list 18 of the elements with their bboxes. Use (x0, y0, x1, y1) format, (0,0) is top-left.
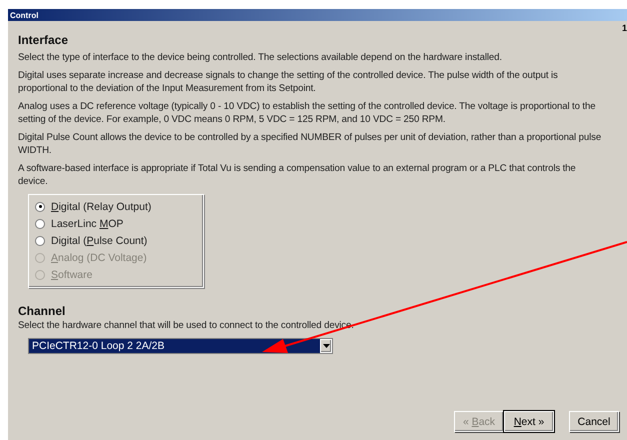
radio-button[interactable] (35, 236, 45, 246)
corner-text: 1 (622, 23, 627, 33)
radio-button[interactable] (35, 218, 45, 228)
section-heading: Channel (18, 304, 66, 318)
dialog-button[interactable]: Cancel (569, 411, 619, 432)
option-label[interactable]: Digital (Relay Output) (51, 200, 152, 212)
description-text: Select the type of interface to the device being controlled. The selections available depend on the hardware installed. (18, 51, 503, 64)
window-title: Control (10, 10, 38, 20)
radio-button[interactable] (35, 202, 45, 212)
option-label[interactable]: Digital (Pulse Count) (51, 234, 148, 246)
section-heading: Interface (18, 33, 70, 47)
description-text: Digital uses separate increase and decrease signals to change the setting of the controlled device. The pulse width of the output is proportional to the deviation of the Input Measurement from its Setpoint. (18, 69, 559, 95)
description-text: Digital Pulse Count allows the device to be controlled by a specified NUMBER of pulses per unit of deviation, rather than a proportional pulse WIDTH. (18, 131, 602, 157)
description-text: A software-based interface is appropriate if Total Vu is sending a compensation value to an external program or a PLC that controls the device. (18, 162, 577, 188)
channel-dropdown[interactable]: PCIeCTR12-0 Loop 2 2A/2B (28, 338, 333, 354)
option-label[interactable]: LaserLinc MOP (51, 218, 124, 230)
description-text: Analog uses a DC reference voltage (typically 0 - 10 VDC) to establish the setting of the controlled device. The voltage is proportional to the setting of the device. For example, 0 VDC means 0 RPM, 5 VDC = 125 RPM, and 10 VDC = 250 RPM. (18, 100, 596, 126)
dialog-button[interactable]: Next » (504, 411, 554, 432)
